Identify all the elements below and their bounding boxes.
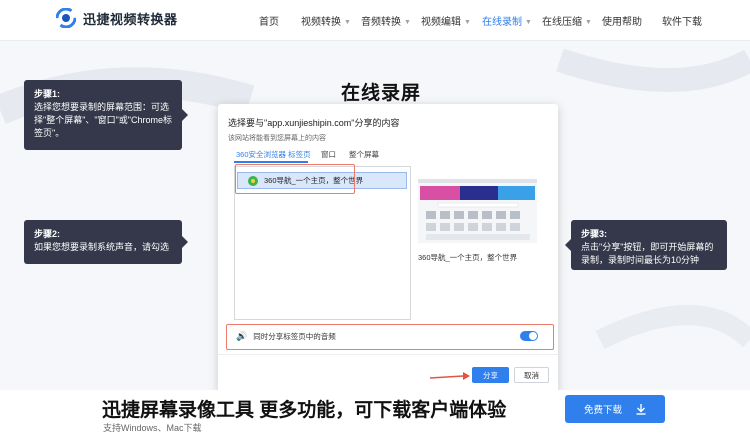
preview-caption: 360导航_一个主页，整个世界: [418, 253, 518, 262]
chevron-down-icon: ▼: [525, 19, 532, 26]
highlight-frame: [226, 324, 554, 350]
step-2-text: 如果您想要录制系统声音，请勾选: [34, 242, 170, 252]
step-3-callout: 步骤3: 点击"分享"按钮，即可开始屏幕的录制，录制时间最长为10分钟: [565, 220, 727, 270]
tab-preview-thumbnail: [418, 179, 537, 243]
share-button[interactable]: 分享: [472, 367, 509, 383]
cta-title: 迅捷屏幕录像工具 更多功能，可下载客户端体验: [102, 400, 507, 421]
tab-entire-screen[interactable]: 整个屏幕: [349, 149, 379, 160]
step-1-callout: 步骤1: 选择您想要录制的屏幕范围：可选择"整个屏幕"、"窗口"或"Chrome…: [24, 80, 188, 150]
nav-item-online-compress[interactable]: 在线压缩 ▼: [542, 13, 592, 28]
nav-item-home[interactable]: 首页: [259, 13, 279, 28]
arrow-icon: [430, 372, 470, 380]
active-tab-indicator: [234, 161, 308, 163]
brand-logo[interactable]: 迅捷视频转换器: [56, 8, 178, 28]
step-3-title: 步骤3:: [581, 229, 608, 239]
nav-item-online-record[interactable]: 在线录制 ▼: [482, 13, 532, 28]
nav-item-audio-convert[interactable]: 音频转换 ▼: [361, 13, 411, 28]
step-3-text: 点击"分享"按钮，即可开始屏幕的录制，录制时间最长为10分钟: [581, 242, 714, 265]
free-download-button[interactable]: 免费下载: [565, 395, 665, 423]
nav-item-help[interactable]: 使用帮助: [602, 13, 642, 28]
share-dialog: 选择要与"app.xunjieshipin.com"分享的内容 该网站将能看到您…: [218, 104, 558, 393]
download-icon: [636, 403, 646, 415]
free-download-label: 免费下载: [583, 405, 622, 416]
chevron-down-icon: ▼: [404, 19, 411, 26]
dialog-subtitle: 该网站将能看到您屏幕上的内容: [228, 135, 326, 142]
highlight-frame: [235, 164, 355, 194]
top-nav: 迅捷视频转换器 首页 视频转换 ▼ 音频转换 ▼ 视频编辑 ▼ 在线录制 ▼ 在线压缩 ▼…: [0, 0, 750, 41]
dialog-title: 选择要与"app.xunjieshipin.com"分享的内容: [228, 118, 400, 128]
brand-name: 迅捷视频转换器: [83, 11, 178, 27]
nav-item-video-convert[interactable]: 视频转换 ▼: [301, 13, 351, 28]
logo-icon: [56, 8, 76, 28]
tab-browser-tab[interactable]: 360安全浏览器 标签页: [236, 149, 311, 160]
nav-item-video-edit[interactable]: 视频编辑 ▼: [421, 13, 471, 28]
cancel-button[interactable]: 取消: [514, 367, 549, 383]
chevron-down-icon: ▼: [464, 19, 471, 26]
page-title: 在线录屏: [341, 83, 422, 104]
nav-item-download[interactable]: 软件下载: [662, 13, 702, 28]
dialog-divider: [218, 354, 558, 355]
tab-window[interactable]: 窗口: [321, 149, 336, 160]
step-1-title: 步骤1:: [34, 89, 61, 99]
chevron-down-icon: ▼: [585, 19, 592, 26]
step-1-text: 选择您想要录制的屏幕范围：可选择"整个屏幕"、"窗口"或"Chrome标签页"。: [34, 102, 172, 138]
cta-subtitle: 支持Windows、Mac下载: [103, 423, 202, 433]
step-2-title: 步骤2:: [34, 229, 61, 239]
chevron-down-icon: ▼: [344, 19, 351, 26]
step-2-callout: 步骤2: 如果您想要录制系统声音，请勾选: [24, 220, 188, 264]
